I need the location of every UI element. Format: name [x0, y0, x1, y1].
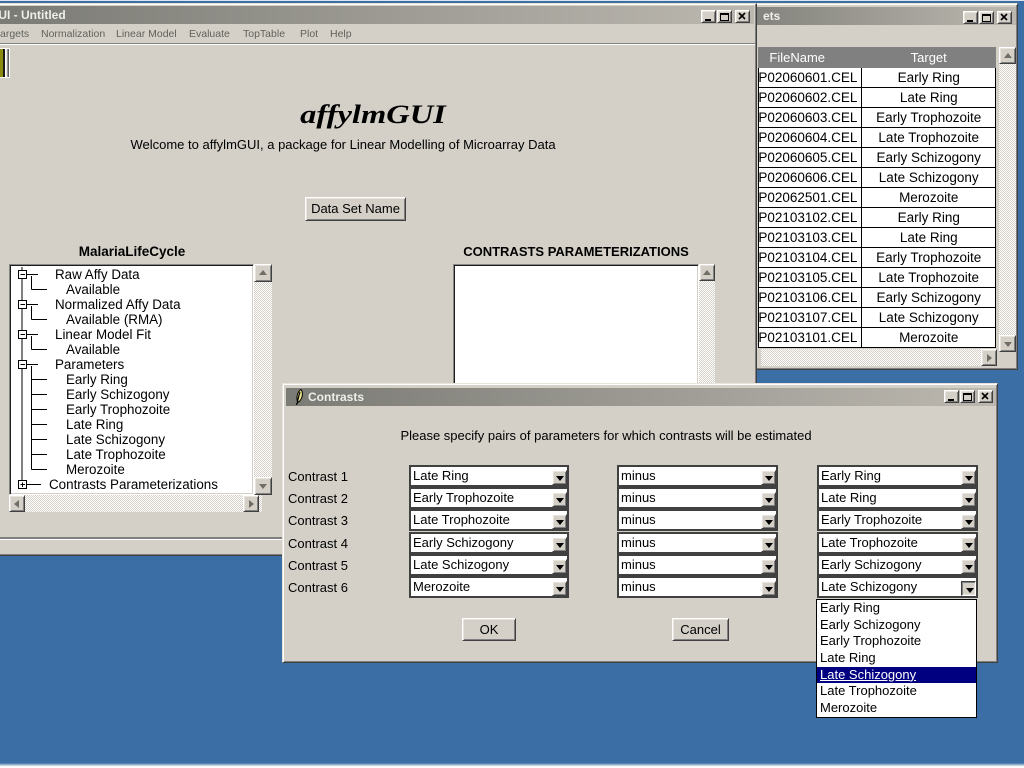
- svg-text:Merozoite: Merozoite: [66, 462, 125, 477]
- svg-text:Early Trophozoite: Early Trophozoite: [66, 402, 170, 417]
- svg-text:Available (RMA): Available (RMA): [66, 312, 163, 327]
- svg-text:Late Ring: Late Ring: [66, 417, 123, 432]
- svg-text:Linear Model Fit: Linear Model Fit: [55, 327, 151, 342]
- svg-text:Available: Available: [66, 282, 120, 297]
- svg-text:Early Schizogony: Early Schizogony: [66, 387, 170, 402]
- svg-text:Available: Available: [66, 342, 120, 357]
- svg-text:Contrasts Parameterizations: Contrasts Parameterizations: [49, 477, 218, 492]
- svg-text:Raw Affy Data: Raw Affy Data: [55, 267, 140, 282]
- svg-text:Early Ring: Early Ring: [66, 372, 128, 387]
- svg-text:Late Trophozoite: Late Trophozoite: [66, 447, 166, 462]
- svg-text:Normalized Affy Data: Normalized Affy Data: [55, 297, 181, 312]
- svg-text:Parameters: Parameters: [55, 357, 125, 372]
- svg-text:Late Schizogony: Late Schizogony: [66, 432, 165, 447]
